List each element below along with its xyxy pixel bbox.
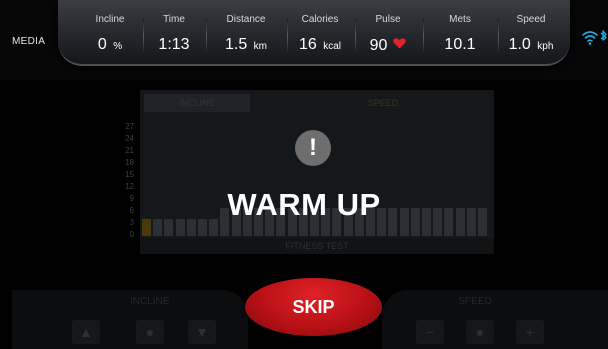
stat-value: 1:13 bbox=[158, 36, 190, 53]
stat-label: Speed bbox=[516, 14, 546, 25]
stat-unit: km bbox=[253, 41, 268, 52]
stat-time: Time 1:13 bbox=[143, 0, 205, 62]
stat-value: 16 bbox=[298, 36, 317, 53]
stat-value: 1.0 bbox=[508, 36, 531, 53]
speed-down-button[interactable]: − bbox=[416, 320, 444, 344]
y-tick-label: 18 bbox=[125, 158, 134, 167]
incline-up-button[interactable]: ▲ bbox=[72, 320, 100, 344]
stat-label: Pulse bbox=[375, 14, 401, 25]
stat-value: 1.5 bbox=[224, 36, 248, 53]
incline-control-panel: INCLINE ▲ ● ▼ bbox=[12, 290, 248, 349]
y-tick-label: 15 bbox=[125, 170, 134, 179]
speed-label: SPEED bbox=[458, 296, 492, 307]
skip-button[interactable]: SKIP bbox=[245, 278, 382, 336]
stat-label: Distance bbox=[226, 14, 266, 25]
chart-footer: FITNESS TEST bbox=[140, 238, 494, 254]
tab-incline[interactable]: INCLINE bbox=[144, 94, 250, 112]
stat-unit: kph bbox=[537, 41, 554, 52]
top-status-bar: MEDIA Incline 0 % Time 1:13 Distance 1.5… bbox=[0, 0, 608, 80]
stat-distance: Distance 1.5 km bbox=[206, 0, 286, 62]
incline-label: INCLINE bbox=[130, 296, 170, 307]
exclamation-icon: ! bbox=[295, 130, 331, 166]
stat-label: Incline bbox=[95, 14, 125, 25]
bluetooth-icon bbox=[600, 30, 607, 41]
stat-label: Mets bbox=[449, 14, 471, 25]
stat-incline: Incline 0 % bbox=[80, 0, 140, 62]
stat-speed: Speed 1.0 kph bbox=[498, 0, 564, 62]
y-tick-label: 21 bbox=[125, 146, 134, 155]
y-tick-label: 24 bbox=[125, 134, 134, 143]
stat-calories: Calories 16 kcal bbox=[287, 0, 353, 62]
warm-up-title: WARM UP bbox=[227, 187, 381, 222]
y-axis-ticks: 27 24 21 18 15 12 9 6 3 0 bbox=[112, 122, 134, 242]
incline-down-button[interactable]: ▼ bbox=[188, 320, 216, 344]
speed-control-panel: SPEED − ● + bbox=[382, 290, 608, 349]
stat-unit: kcal bbox=[323, 41, 342, 52]
incline-reset-button[interactable]: ● bbox=[136, 320, 164, 344]
stat-label: Calories bbox=[301, 14, 339, 25]
y-tick-label: 0 bbox=[129, 230, 134, 239]
wifi-dot bbox=[588, 42, 592, 45]
stat-unit: % bbox=[113, 41, 123, 52]
connectivity-icons bbox=[582, 28, 608, 48]
stat-value: 90 bbox=[369, 37, 388, 54]
stat-value: 10.1 bbox=[444, 36, 476, 53]
speed-reset-button[interactable]: ● bbox=[466, 320, 494, 344]
stat-value: 0 bbox=[97, 36, 107, 53]
heart-icon bbox=[393, 36, 407, 54]
stat-mets: Mets 10.1 bbox=[423, 0, 497, 62]
tab-speed[interactable]: SPEED bbox=[330, 94, 436, 112]
wifi-icon bbox=[582, 31, 598, 42]
speed-up-button[interactable]: + bbox=[516, 320, 544, 344]
stat-pulse: Pulse 90 bbox=[355, 0, 421, 62]
stat-label: Time bbox=[163, 14, 185, 25]
y-tick-label: 27 bbox=[125, 122, 134, 131]
media-button[interactable]: MEDIA bbox=[12, 36, 45, 47]
